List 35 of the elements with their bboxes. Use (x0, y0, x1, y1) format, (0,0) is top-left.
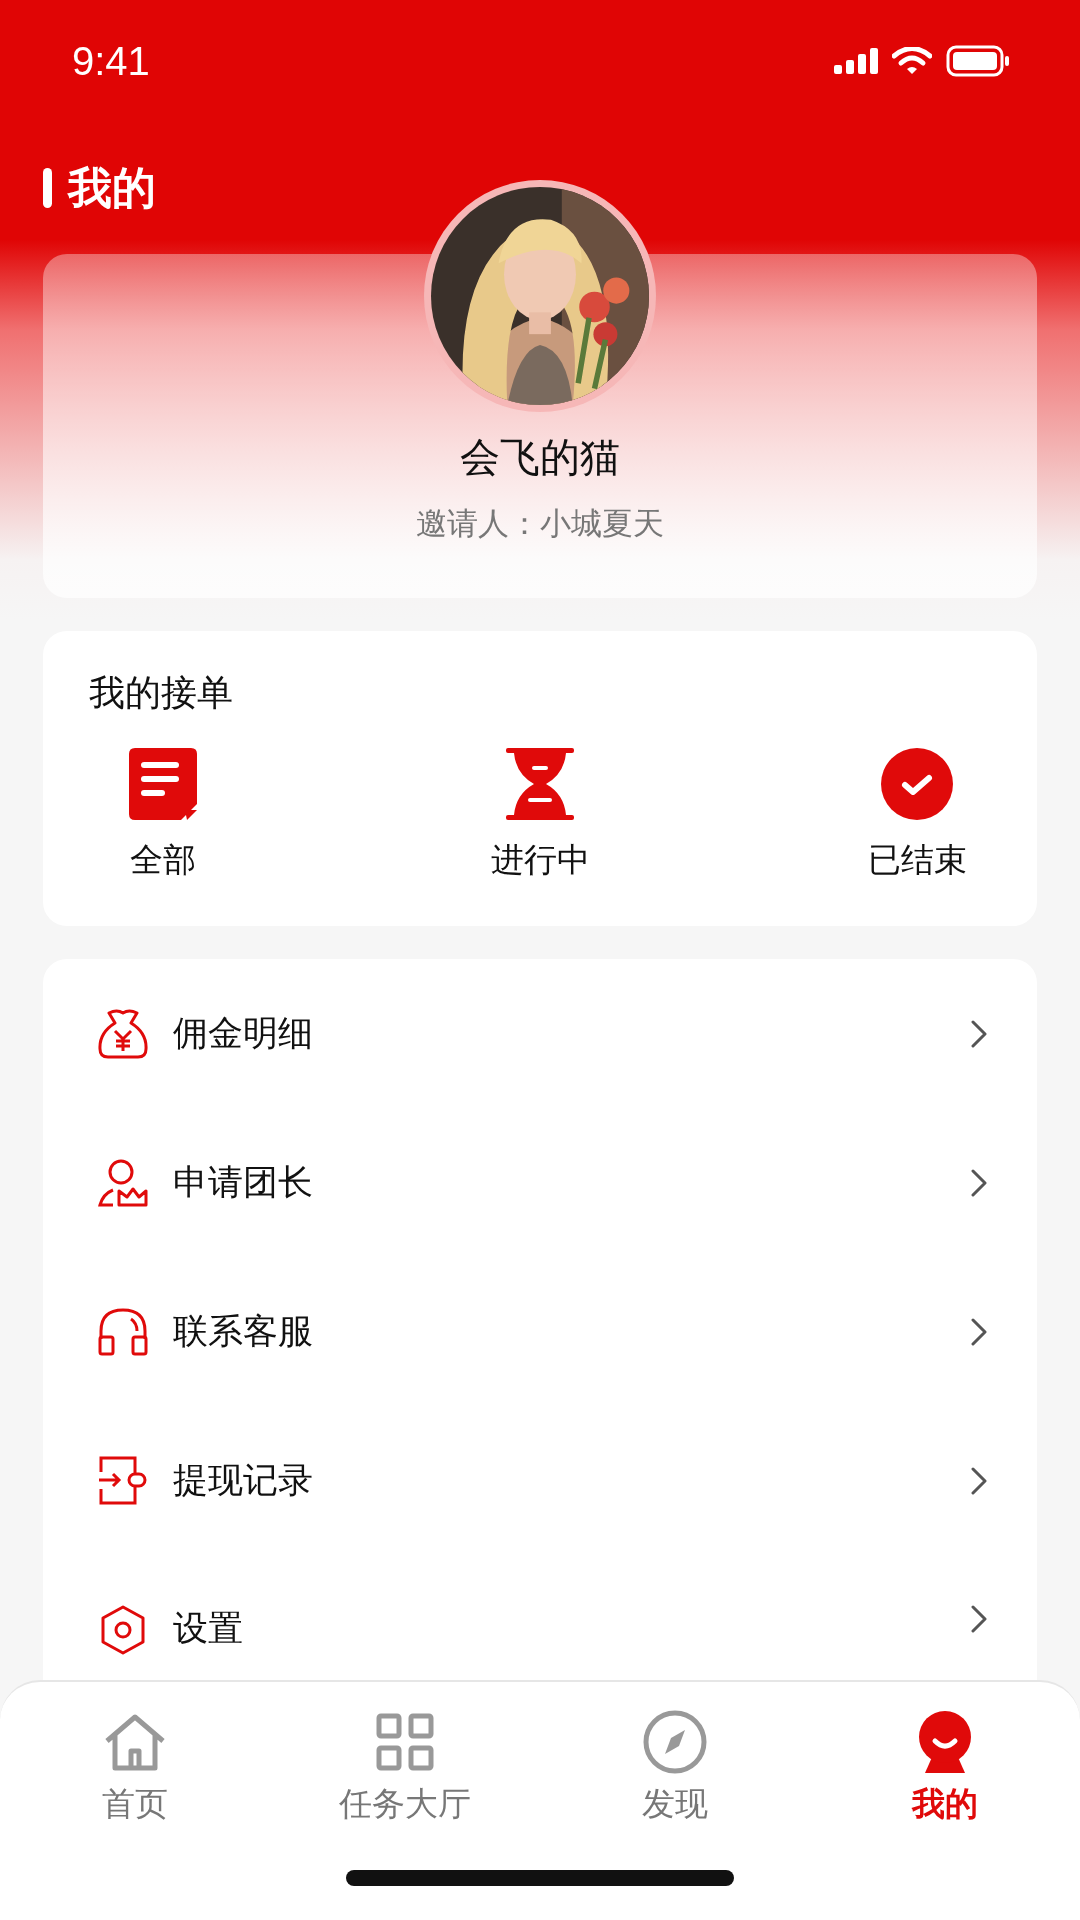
battery-icon (946, 45, 1010, 77)
order-filter[interactable]: 全部 (113, 748, 213, 883)
document-icon (129, 748, 197, 820)
order-filter[interactable]: 进行中 (490, 748, 590, 883)
tab[interactable]: 发现 (575, 1710, 775, 1827)
menu-item[interactable]: 提现记录 (43, 1406, 1037, 1555)
inviter-text: 邀请人：小城夏天 (416, 504, 664, 543)
tab[interactable]: 任务大厅 (305, 1710, 505, 1827)
status-time: 9:41 (72, 38, 150, 84)
signal-icon (834, 48, 878, 74)
check-circle-icon (881, 748, 953, 820)
exit-door-icon (97, 1455, 149, 1506)
page-title: 我的 (68, 160, 156, 215)
wifi-icon (892, 47, 932, 75)
chevron-icon (971, 1019, 987, 1048)
user-name: 会飞的猫 (460, 433, 620, 482)
hourglass-icon (506, 748, 574, 820)
person-crown-icon (97, 1157, 149, 1208)
person-icon (917, 1710, 973, 1774)
menu-item[interactable]: 设置 (43, 1555, 1037, 1680)
money-bag-icon (97, 1008, 149, 1059)
menu-item[interactable]: 佣金明细 (43, 959, 1037, 1108)
chevron-icon (971, 1605, 987, 1633)
headset-icon (97, 1306, 149, 1357)
chevron-icon (971, 1317, 987, 1346)
menu-item[interactable]: 申请团长 (43, 1108, 1037, 1257)
order-filter[interactable]: 已结束 (867, 748, 967, 883)
tab[interactable]: 我的 (845, 1710, 1045, 1827)
compass-icon (643, 1710, 707, 1774)
section-title: 我的接单 (89, 671, 234, 715)
menu-item[interactable]: 联系客服 (43, 1257, 1037, 1406)
chevron-icon (971, 1168, 987, 1197)
chevron-icon (971, 1466, 987, 1495)
title-bar-mark (43, 168, 52, 208)
tab[interactable]: 首页 (35, 1710, 235, 1827)
